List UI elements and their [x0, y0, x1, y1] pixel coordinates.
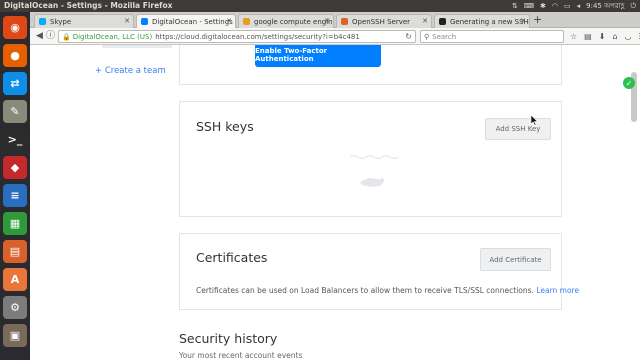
tab-skype[interactable]: Skype ✕	[34, 14, 134, 28]
tab-google-compute[interactable]: google compute engin ✕	[238, 14, 334, 28]
back-icon[interactable]: ◀	[36, 30, 43, 43]
system-top-panel: DigitalOcean - Settings - Mozilla Firefo…	[0, 0, 640, 12]
system-tray: ⇅ ⌨ ✱ ◠ ▭ ◂ 9:45 অপরাহ্ণ ⏻	[512, 1, 636, 11]
identity-icon[interactable]: ⓘ	[46, 30, 55, 43]
tab-generating-ssh-key[interactable]: Generating a new SSH k ✕	[434, 14, 530, 28]
reload-icon[interactable]: ↻	[405, 32, 412, 41]
volume-icon[interactable]: ◂	[577, 1, 581, 11]
download-icon[interactable]: ⬇	[599, 30, 606, 43]
close-icon[interactable]: ✕	[520, 17, 526, 25]
empty-state-illustration	[349, 154, 398, 187]
power-icon[interactable]: ⏻	[630, 1, 636, 11]
bookmark-star-icon[interactable]: ☆	[570, 30, 577, 43]
trash-icon[interactable]: ▣	[3, 324, 27, 347]
site-identity: DigitalOcean, LLC (US)	[72, 32, 153, 41]
toolbar-icons: ☆ ▤ ⬇ ⌂ ◡ ☰	[570, 30, 640, 43]
pocket-icon[interactable]: ◡	[625, 30, 632, 43]
sidebar-faded-item	[102, 45, 172, 48]
search-input[interactable]: ⚲ Search	[420, 30, 564, 43]
learn-more-link[interactable]: Learn more	[536, 286, 579, 295]
keyboard-icon[interactable]: ⌨	[524, 1, 534, 11]
tab-label: google compute engin	[254, 17, 333, 26]
new-tab-button[interactable]: +	[533, 14, 542, 26]
launcher: ◉ ● ⇄ ✎ >_ ◆ ≡ ▦ ▤ A ⚙ ▣	[0, 12, 30, 360]
ubuntu-dash-icon[interactable]: ◉	[3, 16, 27, 39]
security-history-title: Security history	[179, 331, 278, 346]
url-bar[interactable]: 🔒 DigitalOcean, LLC (US) https://cloud.d…	[58, 30, 416, 43]
close-icon[interactable]: ✕	[422, 17, 428, 25]
two-factor-card: Enable Two-Factor Authentication	[179, 45, 562, 85]
text-editor-icon[interactable]: ✎	[3, 100, 27, 123]
skype-icon	[39, 18, 46, 25]
add-ssh-key-button[interactable]: Add SSH Key	[485, 118, 551, 140]
ssh-keys-title: SSH keys	[196, 119, 254, 134]
calc-icon[interactable]: ▦	[3, 212, 27, 235]
tab-digitalocean-settings[interactable]: DigitalOcean - Settings ✕	[136, 14, 236, 28]
battery-icon[interactable]: ▭	[564, 1, 571, 11]
tab-label: OpenSSH Server	[352, 17, 411, 26]
network-icon[interactable]: ⇅	[512, 1, 518, 11]
certificates-title: Certificates	[196, 250, 268, 265]
settings-icon[interactable]: ⚙	[3, 296, 27, 319]
security-history-subtitle: Your most recent account events	[179, 351, 303, 360]
tab-label: Generating a new SSH k	[450, 17, 530, 26]
home-icon[interactable]: ⌂	[612, 30, 617, 43]
check-badge-icon[interactable]: ✓	[623, 77, 635, 89]
close-icon[interactable]: ✕	[226, 17, 232, 25]
reading-list-icon[interactable]: ▤	[584, 30, 592, 43]
search-icon: ⚲	[424, 32, 430, 41]
certificates-description-text: Certificates can be used on Load Balance…	[196, 286, 534, 295]
github-icon	[439, 18, 446, 25]
certificates-card: Certificates Add Certificate Certificate…	[179, 233, 579, 310]
certificates-description: Certificates can be used on Load Balance…	[196, 286, 579, 295]
navigation-bar: ◀ ⓘ 🔒 DigitalOcean, LLC (US) https://clo…	[30, 28, 640, 45]
close-icon[interactable]: ✕	[324, 17, 330, 25]
software-center-icon[interactable]: A	[3, 268, 27, 291]
tab-strip: Skype ✕ DigitalOcean - Settings ✕ google…	[30, 12, 640, 28]
window-title: DigitalOcean - Settings - Mozilla Firefo…	[4, 1, 173, 10]
tab-label: DigitalOcean - Settings	[152, 17, 233, 26]
tab-openssh-server[interactable]: OpenSSH Server ✕	[336, 14, 432, 28]
ubuntu-icon	[341, 18, 348, 25]
impress-icon[interactable]: ▤	[3, 240, 27, 263]
digitalocean-icon	[141, 18, 148, 25]
ruby-icon[interactable]: ◆	[3, 156, 27, 179]
search-placeholder: Search	[432, 32, 457, 41]
terminal-icon[interactable]: >_	[3, 128, 27, 151]
clock[interactable]: 9:45 অপরাহ্ণ	[586, 1, 624, 11]
teamviewer-icon[interactable]: ⇄	[3, 72, 27, 95]
firefox-icon[interactable]: ●	[3, 44, 27, 67]
ssh-keys-card: SSH keys Add SSH Key	[179, 101, 562, 217]
bluetooth-icon[interactable]: ✱	[540, 1, 546, 11]
google-icon	[243, 18, 250, 25]
tab-label: Skype	[50, 17, 72, 26]
close-icon[interactable]: ✕	[124, 17, 130, 25]
wifi-icon[interactable]: ◠	[552, 1, 558, 11]
enable-2fa-button[interactable]: Enable Two-Factor Authentication	[255, 45, 381, 67]
page-content: + Create a team Enable Two-Factor Authen…	[30, 45, 640, 360]
lock-icon: 🔒	[62, 32, 71, 41]
add-certificate-button[interactable]: Add Certificate	[480, 248, 551, 271]
create-team-link[interactable]: + Create a team	[95, 66, 166, 76]
writer-icon[interactable]: ≡	[3, 184, 27, 207]
url-text: https://cloud.digitalocean.com/settings/…	[155, 32, 360, 41]
mouse-cursor-icon	[531, 115, 539, 126]
